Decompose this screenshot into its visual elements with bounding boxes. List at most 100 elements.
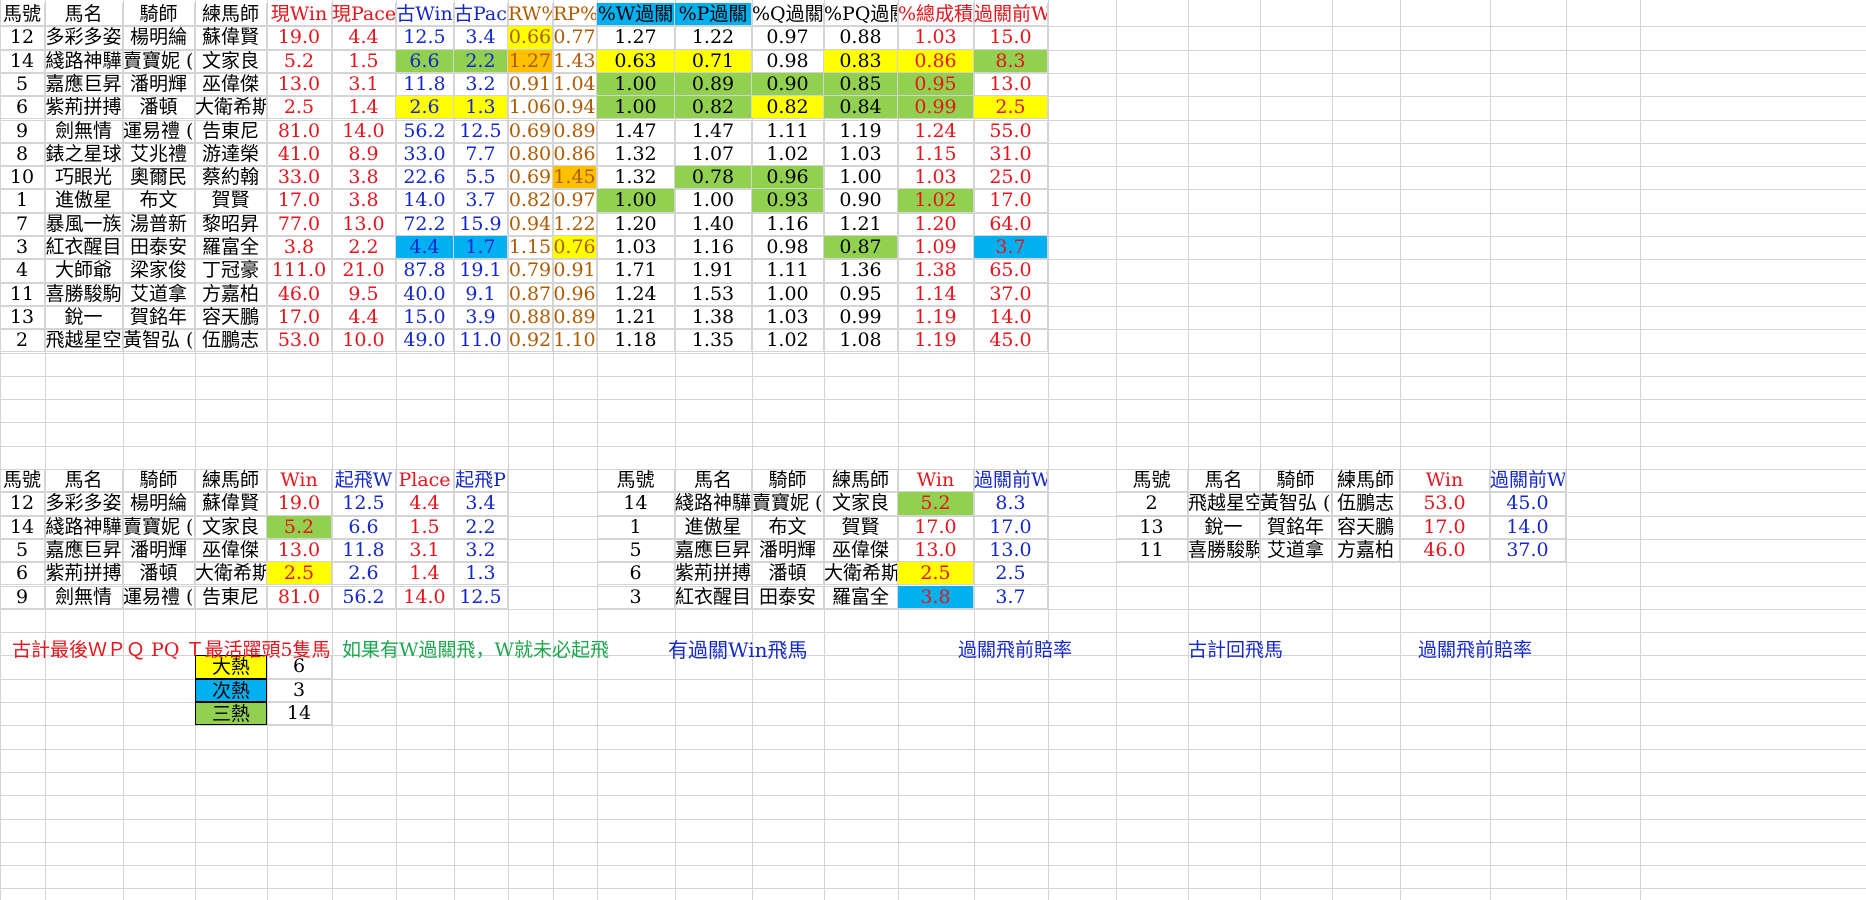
- table1-cell[interactable]: 2.2: [454, 49, 508, 73]
- table2-cell[interactable]: 賣寶妮 (-10: [123, 515, 195, 539]
- table1-header[interactable]: 馬名: [45, 3, 123, 27]
- table2-cell[interactable]: 大衛希斯: [195, 562, 267, 586]
- table1-cell[interactable]: 1.03: [752, 305, 824, 330]
- table2-cell[interactable]: 4.4: [396, 492, 454, 516]
- table1-cell[interactable]: 37.0: [974, 282, 1048, 306]
- table1-cell[interactable]: 1.09: [898, 236, 974, 260]
- table1-cell[interactable]: 1.21: [824, 212, 898, 236]
- table3-cell[interactable]: 5: [597, 538, 675, 563]
- table1-cell[interactable]: 7.7: [454, 142, 508, 167]
- table2-cell[interactable]: 14.0: [396, 585, 454, 609]
- table4-cell[interactable]: 11: [1116, 538, 1188, 563]
- table1-cell[interactable]: 1.38: [898, 259, 974, 283]
- table1-cell[interactable]: 0.82: [752, 96, 824, 120]
- table1-cell[interactable]: 0.94: [553, 96, 597, 120]
- table2-header[interactable]: Place: [396, 469, 454, 493]
- legend-label[interactable]: 次熱: [195, 678, 267, 702]
- table1-cell[interactable]: 1.38: [675, 305, 752, 330]
- table1-cell[interactable]: 0.89: [675, 72, 752, 97]
- table2-header[interactable]: 起飛W: [332, 469, 396, 493]
- table2-cell[interactable]: 12: [0, 492, 45, 516]
- table1-cell[interactable]: 33.0: [267, 166, 332, 190]
- table2-cell[interactable]: 19.0: [267, 492, 332, 516]
- table1-cell[interactable]: 1.53: [675, 282, 752, 306]
- table1-cell[interactable]: 田泰安: [123, 236, 195, 260]
- table3-cell[interactable]: 17.0: [898, 515, 974, 539]
- table1-cell[interactable]: 1.43: [553, 49, 597, 73]
- table3-cell[interactable]: 14: [597, 492, 675, 516]
- table3-cell[interactable]: 13.0: [898, 538, 974, 563]
- table1-cell[interactable]: 1.04: [553, 72, 597, 97]
- table1-cell[interactable]: 容天鵬: [195, 305, 267, 330]
- table4-header[interactable]: 馬號: [1116, 469, 1188, 493]
- table1-cell[interactable]: 0.93: [752, 189, 824, 213]
- table1-cell[interactable]: 0.63: [597, 49, 675, 73]
- table1-cell[interactable]: 3.8: [267, 236, 332, 260]
- table1-cell[interactable]: 55.0: [974, 119, 1048, 143]
- table1-cell[interactable]: 0.86: [553, 142, 597, 167]
- table4-cell[interactable]: 方嘉柏: [1332, 538, 1400, 563]
- table4-cell[interactable]: 37.0: [1490, 538, 1566, 563]
- table1-cell[interactable]: 72.2: [396, 212, 454, 236]
- table4-cell[interactable]: 容天鵬: [1332, 515, 1400, 539]
- table1-cell[interactable]: 1.19: [898, 329, 974, 353]
- table4-cell[interactable]: 46.0: [1400, 538, 1490, 563]
- table1-header[interactable]: 練馬師: [195, 3, 267, 27]
- table3-cell[interactable]: 2.5: [898, 562, 974, 586]
- table1-header[interactable]: %W過關: [597, 3, 675, 27]
- table1-cell[interactable]: 14.0: [396, 189, 454, 213]
- table1-cell[interactable]: 17.0: [267, 189, 332, 213]
- table1-cell[interactable]: 0.82: [675, 96, 752, 120]
- table1-cell[interactable]: 0.71: [675, 49, 752, 73]
- table3-cell[interactable]: 羅富全: [824, 585, 898, 609]
- table2-cell[interactable]: 2.6: [332, 562, 396, 586]
- table1-header[interactable]: 馬號: [0, 3, 45, 27]
- table1-cell[interactable]: 0.80: [508, 142, 553, 167]
- table2-cell[interactable]: 13.0: [267, 538, 332, 563]
- table1-cell[interactable]: 大衛希斯: [195, 96, 267, 120]
- table1-header[interactable]: %Q過關: [752, 3, 824, 27]
- table1-cell[interactable]: 巫偉傑: [195, 72, 267, 97]
- table3-cell[interactable]: 3.7: [974, 585, 1048, 609]
- table1-cell[interactable]: 8.9: [332, 142, 396, 167]
- table1-cell[interactable]: 賣寶妮 (-10: [123, 49, 195, 73]
- table1-cell[interactable]: 進傲星: [45, 189, 123, 213]
- table1-cell[interactable]: 6: [0, 96, 45, 120]
- table1-header[interactable]: %PQ過關: [824, 3, 898, 27]
- table1-cell[interactable]: 方嘉柏: [195, 282, 267, 306]
- table1-cell[interactable]: 19.0: [267, 26, 332, 50]
- table2-cell[interactable]: 潘明輝: [123, 538, 195, 563]
- table3-cell[interactable]: 紅衣醒目: [675, 585, 752, 609]
- table3-cell[interactable]: 17.0: [974, 515, 1048, 539]
- table2-cell[interactable]: 1.3: [454, 562, 508, 586]
- table3-header[interactable]: Win: [898, 469, 974, 493]
- table1-cell[interactable]: 1.02: [752, 329, 824, 353]
- table1-cell[interactable]: 1.14: [898, 282, 974, 306]
- table1-cell[interactable]: 蘇偉賢: [195, 26, 267, 50]
- table2-header[interactable]: 馬名: [45, 469, 123, 493]
- table2-header[interactable]: 馬號: [0, 469, 45, 493]
- table1-cell[interactable]: 0.91: [508, 72, 553, 97]
- table2-cell[interactable]: 5.2: [267, 515, 332, 539]
- table1-cell[interactable]: 4.4: [332, 305, 396, 330]
- table1-cell[interactable]: 1.36: [824, 259, 898, 283]
- table1-cell[interactable]: 大師爺: [45, 259, 123, 283]
- table1-cell[interactable]: 4.4: [332, 26, 396, 50]
- table1-cell[interactable]: 1.16: [752, 212, 824, 236]
- table1-cell[interactable]: 11.0: [454, 329, 508, 353]
- table1-cell[interactable]: 丁冠豪: [195, 259, 267, 283]
- table1-cell[interactable]: 1.07: [675, 142, 752, 167]
- table1-cell[interactable]: 21.0: [332, 259, 396, 283]
- table4-header[interactable]: 騎師: [1260, 469, 1332, 493]
- table1-cell[interactable]: 飛越星空: [45, 329, 123, 353]
- table3-cell[interactable]: 5.2: [898, 492, 974, 516]
- table1-cell[interactable]: 15.9: [454, 212, 508, 236]
- table1-cell[interactable]: 艾道拿: [123, 282, 195, 306]
- table1-cell[interactable]: 紫荊拼搏: [45, 96, 123, 120]
- table1-cell[interactable]: 3.8: [332, 189, 396, 213]
- table1-cell[interactable]: 1: [0, 189, 45, 213]
- table3-cell[interactable]: 潘頓: [752, 562, 824, 586]
- table3-cell[interactable]: 3: [597, 585, 675, 609]
- table1-cell[interactable]: 65.0: [974, 259, 1048, 283]
- table1-cell[interactable]: 0.66: [508, 26, 553, 50]
